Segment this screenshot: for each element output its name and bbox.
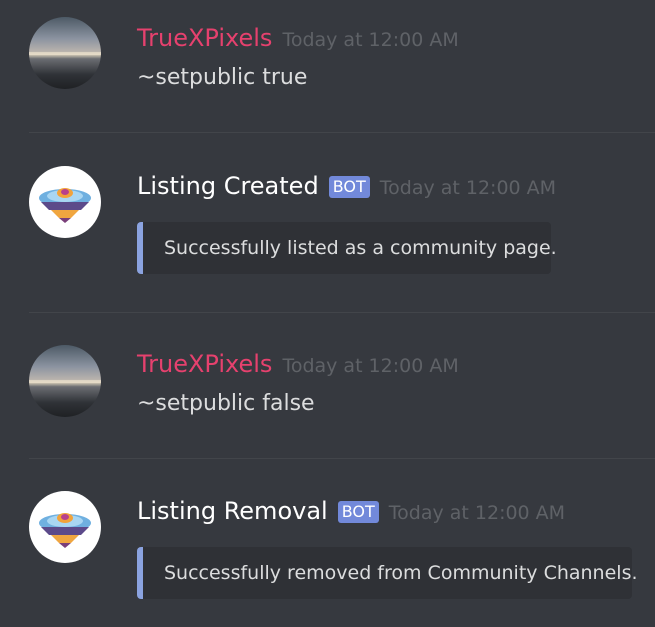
message-divider: [29, 312, 655, 313]
timestamp: Today at 12:00 AM: [282, 355, 459, 377]
timestamp: Today at 12:00 AM: [282, 29, 459, 51]
bot-logo-icon: [39, 188, 91, 223]
embed: Successfully removed from Community Chan…: [137, 547, 638, 599]
message-text: ~setpublic true: [137, 65, 308, 90]
embed-description: Successfully removed from Community Chan…: [164, 562, 638, 584]
bot-avatar[interactable]: [29, 166, 101, 238]
bot-badge: BOT: [328, 176, 370, 198]
message-header: Listing Removal BOT Today at 12:00 AM: [137, 497, 565, 525]
user-avatar[interactable]: [29, 345, 101, 417]
author-name[interactable]: Listing Created: [137, 172, 319, 200]
message-header: TrueXPixels Today at 12:00 AM: [137, 24, 459, 52]
embed-description: Successfully listed as a community page.: [164, 237, 557, 259]
message-divider: [29, 132, 655, 133]
embed: Successfully listed as a community page.: [137, 222, 557, 274]
bot-avatar[interactable]: [29, 491, 101, 563]
author-name[interactable]: TrueXPixels: [137, 24, 272, 52]
author-name[interactable]: TrueXPixels: [137, 350, 272, 378]
message-header: TrueXPixels Today at 12:00 AM: [137, 350, 459, 378]
message-text: ~setpublic false: [137, 391, 315, 416]
author-name[interactable]: Listing Removal: [137, 497, 328, 525]
timestamp: Today at 12:00 AM: [379, 177, 557, 199]
message-divider: [29, 458, 655, 459]
bot-logo-icon: [39, 513, 91, 548]
user-avatar[interactable]: [29, 17, 101, 89]
bot-badge: BOT: [337, 501, 379, 523]
timestamp: Today at 12:00 AM: [388, 502, 566, 524]
message-header: Listing Created BOT Today at 12:00 AM: [137, 172, 556, 200]
